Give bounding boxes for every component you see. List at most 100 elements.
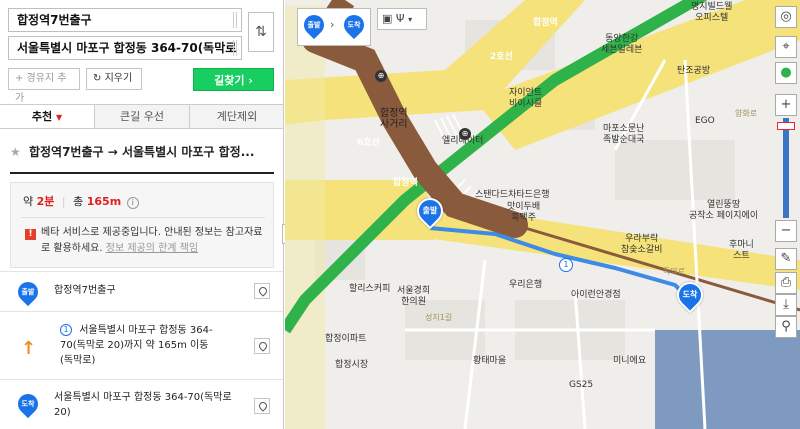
map-label-hollys: 할리스커피 <box>349 284 391 294</box>
separator: | <box>61 195 66 208</box>
favorite-star-icon[interactable]: ★ <box>10 145 21 159</box>
map-label-station-2: 합정역 <box>533 18 558 28</box>
end-pin-icon: 도착 <box>339 10 369 40</box>
zoom-slider[interactable] <box>783 118 789 218</box>
clear-label: 지우기 <box>104 73 133 84</box>
step-end[interactable]: 도착 서울특별시 마포구 합정동 364-70(독막로 20) <box>0 379 283 429</box>
route-option-tabs: 추천 ▼ 큰길 우선 계단제외 <box>0 104 283 129</box>
map-label-bicycle: 자이언트 비이시클 <box>509 88 543 109</box>
drag-handle-icon[interactable] <box>233 40 237 56</box>
map-label-humanist: 후마니 스트 <box>729 240 754 261</box>
origin-value: 합정역7번출구 <box>17 13 92 27</box>
route-endpoints-box[interactable]: 출발 › 도착 <box>297 8 371 46</box>
step-description: 서울특별시 마포구 합정동 364-70(독막로 20)까지 약 165m 이동… <box>60 325 213 366</box>
distance-prefix: 총 <box>73 195 84 208</box>
swap-button[interactable]: ⇅ <box>248 12 274 52</box>
view-on-map-button[interactable] <box>254 338 270 354</box>
arrow-up-icon: ↑ <box>21 338 37 359</box>
step-text: 서울특별시 마포구 합정동 364-70(독막로 20) <box>54 392 232 418</box>
route-distance: 165m <box>86 195 122 208</box>
info-icon[interactable]: i <box>126 197 139 209</box>
tab-no-stairs[interactable]: 계단제외 <box>189 105 283 128</box>
map-label-dongmak-ro: 독막로 <box>663 267 686 276</box>
start-pin-icon: 출발 <box>299 10 329 40</box>
map-label-line6: 6호선 <box>357 138 380 148</box>
restaurant-icon[interactable]: Ψ <box>396 12 405 25</box>
divider <box>10 172 274 174</box>
zoom-in-button[interactable]: + <box>775 94 797 116</box>
map-label-station: 합정역 <box>393 178 418 188</box>
map-view[interactable]: 합정역 사거리 합정역 합정역 2호선 6호선 엘리베이터 스탠다드차타드은행 … <box>285 0 800 429</box>
summary-line: 약 2분 | 총 165m i <box>23 193 139 209</box>
drag-handle-icon[interactable] <box>233 12 237 28</box>
warning-icon: ! <box>25 229 36 240</box>
refresh-icon: ↻ <box>93 73 102 84</box>
route-panel: 합정역7번출구 서울특별시 마포구 합정동 364-70(독막로 ⇅ + 경유지… <box>0 0 284 429</box>
street-view-icon[interactable]: ● <box>775 62 797 84</box>
step-text: 합정역7번출구 <box>54 285 116 296</box>
map-label-pub: 맛이두배 흑맥주 <box>507 202 541 223</box>
tab-recommended[interactable]: 추천 ▼ <box>0 105 94 128</box>
map-label-ego: EGO <box>695 116 715 126</box>
map-label-clinic: 서울경희 한의원 <box>397 286 431 307</box>
view-on-map-button[interactable] <box>254 398 270 414</box>
map-label-gongjakso: 열린뚱땅 공작소 페이지에이 <box>689 200 759 221</box>
map-label-workshop: 탄조공방 <box>677 66 711 76</box>
map-label-galbi: 우라부락 참숯소갈비 <box>621 234 663 255</box>
find-route-button[interactable]: 길찾기 › <box>193 68 274 91</box>
chevron-right-icon: › <box>330 18 335 31</box>
step-text: 1 서울특별시 마포구 합정동 364-70(독막로 20)까지 약 165m … <box>60 323 220 368</box>
map-label-mini: 미니에요 <box>613 356 647 366</box>
print-icon[interactable]: ⎙ <box>775 272 797 294</box>
zoom-slider-handle[interactable] <box>777 122 795 130</box>
map-label-dongyang: 동양한강 세븐일레븐 <box>601 34 643 55</box>
subway-exit-icon[interactable]: ⊕ <box>375 70 387 82</box>
ruler-icon[interactable]: ✎ <box>775 248 797 270</box>
route-time: 2분 <box>36 195 55 208</box>
step-start[interactable]: 출발 합정역7번출구 <box>0 271 283 311</box>
map-label-market: 합정시장 <box>335 360 369 370</box>
route-title-text: 합정역7번출구 → 서울특별시 마포구 합정... <box>28 145 255 159</box>
destination-value: 서울특별시 마포구 합정동 364-70(독막로 <box>17 41 237 55</box>
map-label-apartment: 합정이파트 <box>325 334 367 344</box>
link-icon[interactable]: ⚲ <box>775 316 797 338</box>
map-label-bank: 스탠다드차타드은행 <box>475 190 550 200</box>
map-label-line2: 2호선 <box>490 52 513 62</box>
map-label-hwangtae: 황태마을 <box>473 356 507 366</box>
elevator-icon[interactable]: ⊕ <box>459 128 471 140</box>
destination-field[interactable]: 서울특별시 마포구 합정동 364-70(독막로 <box>8 36 242 60</box>
map-label-officetel: 명지빌드웰 오피스텔 <box>691 2 733 23</box>
bus-icon[interactable]: ▣ <box>382 12 392 25</box>
route-summary: 약 2분 | 총 165m i ! 베타 서비스로 제공중입니다. 안내된 정보… <box>10 182 274 268</box>
notice-link[interactable]: 정보 제공의 한계 책임 <box>106 243 198 254</box>
map-label-jokbal: 마포소문난 족발순대국 <box>603 124 645 145</box>
zoom-out-button[interactable]: − <box>775 220 797 242</box>
add-waypoint-button[interactable]: + 경유지 추가 <box>8 68 80 104</box>
map-label-intersection: 합정역 사거리 <box>380 108 408 130</box>
route-title: ★ 합정역7번출구 → 서울특별시 마포구 합정... <box>10 143 274 160</box>
transport-mode-selector[interactable]: ▣ Ψ ▾ <box>377 8 427 30</box>
compass-icon[interactable]: ◎ <box>775 6 797 28</box>
beta-notice: 베타 서비스로 제공중입니다. 안내된 정보는 참고자료로 활용하세요. 정보 … <box>41 225 269 257</box>
map-label-woori-bank: 우리은행 <box>509 280 543 290</box>
map-label-seongji: 성지1길 <box>425 313 453 322</box>
start-pin-icon: 출발 <box>13 277 43 307</box>
tab-main-road[interactable]: 큰길 우선 <box>94 105 189 128</box>
swap-arrows-icon: ⇅ <box>255 24 267 40</box>
end-pin-icon: 도착 <box>13 389 43 419</box>
view-on-map-button[interactable] <box>254 283 270 299</box>
map-label-gs25: GS25 <box>569 380 594 390</box>
origin-field[interactable]: 합정역7번출구 <box>8 8 242 32</box>
step-number-badge: 1 <box>60 324 72 336</box>
caret-down-icon: ▼ <box>55 113 63 122</box>
step-marker[interactable]: 1 <box>559 258 573 272</box>
location-icon[interactable]: ⌖ <box>775 36 797 58</box>
tab-label: 추천 <box>31 110 53 123</box>
map-label-yanghwa-ro: 양화로 <box>735 109 758 118</box>
divider <box>21 217 265 218</box>
chevron-down-icon[interactable]: ▾ <box>408 15 412 24</box>
download-icon[interactable]: ⤓ <box>775 294 797 316</box>
clear-button[interactable]: ↻ 지우기 <box>86 68 142 90</box>
step-walk[interactable]: ↑ 1 서울특별시 마포구 합정동 364-70(독막로 20)까지 약 165… <box>0 311 283 379</box>
map-label-optician: 아이런안경점 <box>571 290 621 300</box>
